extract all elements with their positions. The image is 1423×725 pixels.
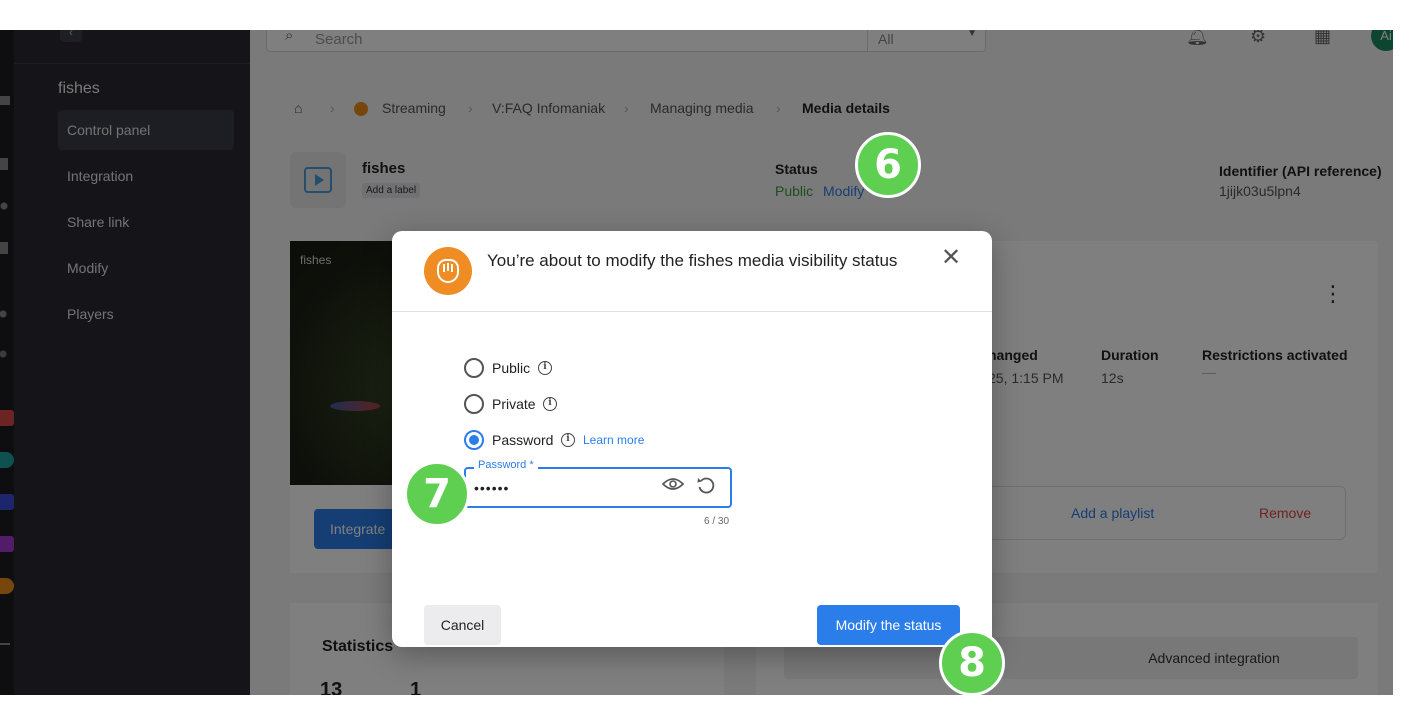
option-label: Private: [492, 396, 536, 412]
password-counter: 6 / 30: [704, 516, 730, 527]
radio-password[interactable]: [464, 430, 484, 450]
eye-icon[interactable]: [662, 477, 684, 491]
option-label: Public: [492, 360, 531, 376]
refresh-icon[interactable]: [696, 476, 716, 496]
visibility-modal: You’re about to modify the fishes media …: [392, 231, 992, 647]
password-input[interactable]: [474, 478, 654, 498]
option-label: Password: [492, 432, 554, 448]
stop-hand-icon: [424, 247, 472, 295]
info-icon[interactable]: i: [543, 397, 557, 411]
password-field[interactable]: Password *: [464, 459, 732, 508]
modify-status-button[interactable]: Modify the status: [817, 605, 960, 645]
password-field-label: Password *: [474, 459, 538, 471]
cancel-button[interactable]: Cancel: [424, 605, 501, 645]
step-badge-7: 7: [404, 461, 470, 527]
modal-title: You’re about to modify the fishes media …: [487, 251, 898, 270]
info-icon[interactable]: i: [561, 433, 575, 447]
step-badge-8: 8: [939, 630, 1005, 696]
learn-more-link[interactable]: Learn more: [583, 433, 644, 447]
modal-divider: [392, 311, 992, 312]
close-icon[interactable]: ✕: [938, 245, 964, 271]
radio-public[interactable]: [464, 358, 484, 378]
info-icon[interactable]: i: [538, 361, 552, 375]
step-badge-6: 6: [855, 132, 921, 198]
radio-private[interactable]: [464, 394, 484, 414]
